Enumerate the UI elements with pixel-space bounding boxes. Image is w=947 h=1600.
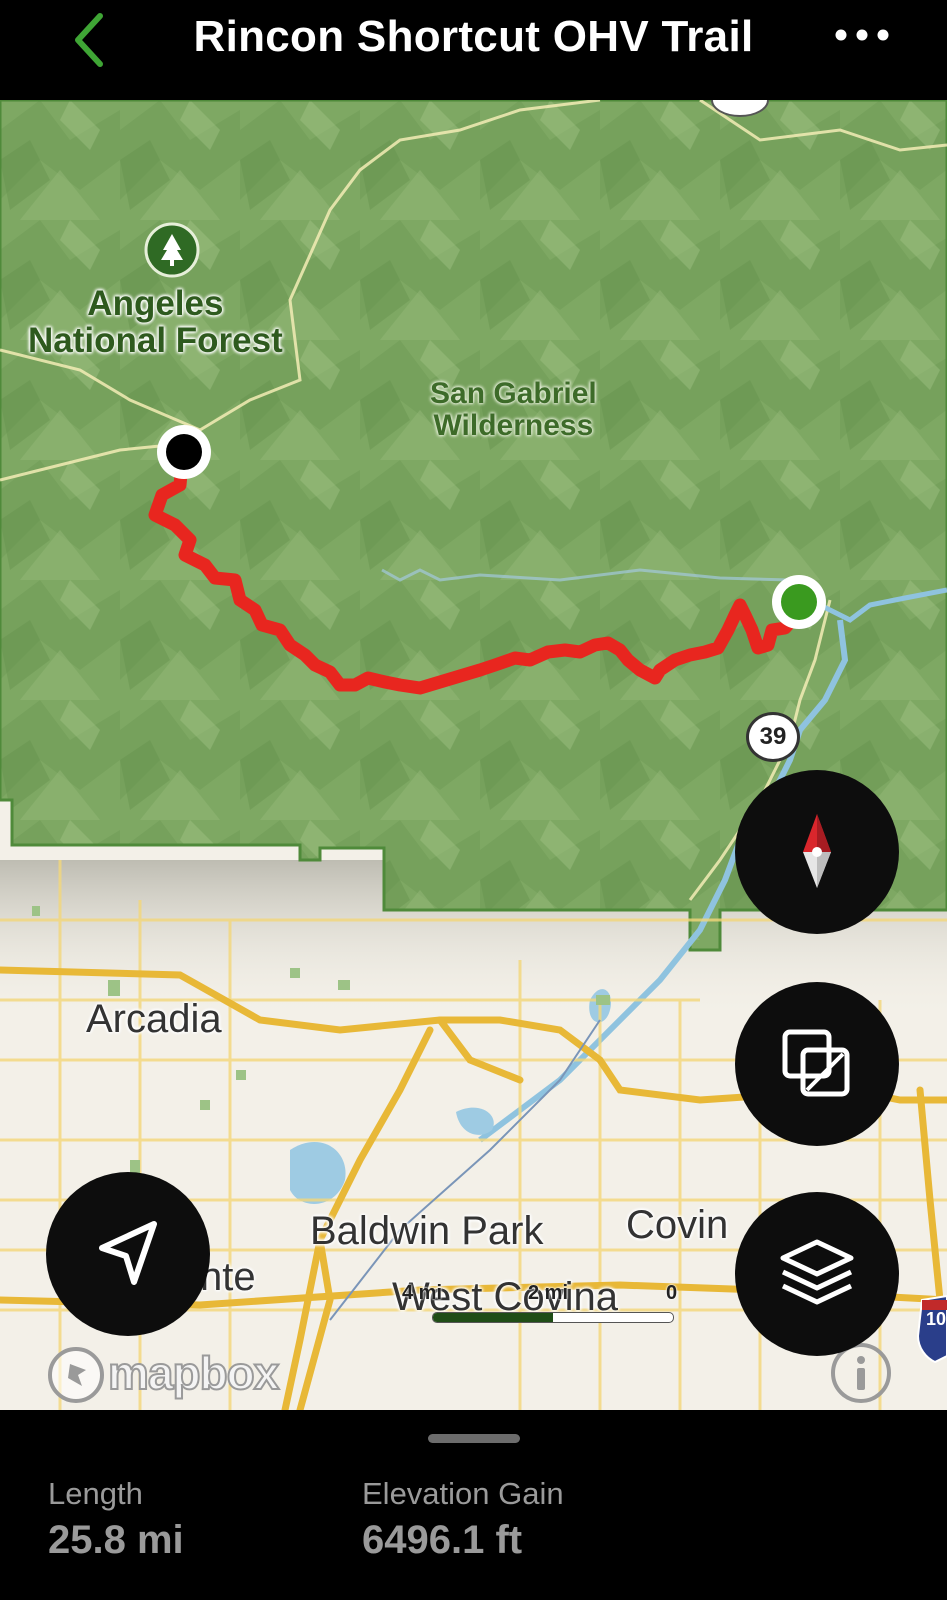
compass-icon	[803, 814, 831, 888]
scale-bar-fill	[433, 1313, 553, 1322]
city-label-baldwin-park: Baldwin Park	[310, 1209, 544, 1253]
forest-tree-icon[interactable]	[144, 222, 200, 278]
forest-label: Angeles National Forest	[28, 284, 283, 360]
length-value: 25.8 mi	[48, 1518, 184, 1562]
trail-stats-sheet[interactable]: Length 25.8 mi Elevation Gain 6496.1 ft	[0, 1410, 947, 1600]
scale-label-right: 0	[666, 1282, 678, 1304]
trail-end-marker[interactable]	[157, 425, 211, 479]
back-button[interactable]	[66, 10, 116, 70]
sheet-drag-handle[interactable]	[428, 1434, 520, 1443]
page-title: Rincon Shortcut OHV Trail	[193, 12, 754, 61]
length-label: Length	[48, 1476, 143, 1511]
elevation-gain-label: Elevation Gain	[362, 1476, 564, 1511]
mapbox-logo[interactable]: mapbox	[46, 1342, 306, 1408]
ellipsis-icon	[835, 29, 889, 41]
scale-bar-track	[432, 1312, 674, 1323]
mapbox-wordmark: mapbox	[107, 1346, 280, 1400]
wilderness-label: San Gabriel Wilderness	[430, 377, 597, 442]
compass-button[interactable]	[735, 770, 899, 934]
layers-icon	[780, 1239, 854, 1305]
interstate-shield	[916, 1294, 947, 1364]
highway-shield: 39	[746, 712, 800, 762]
layers-button[interactable]	[735, 1192, 899, 1356]
scale-label-mid: 2 mi	[528, 1282, 569, 1304]
elevation-gain-value: 6496.1 ft	[362, 1518, 523, 1562]
scale-label-left: 4 mi	[402, 1282, 443, 1304]
map-style-button[interactable]	[735, 982, 899, 1146]
city-label-arcadia: Arcadia	[86, 997, 222, 1041]
top-bar: Rincon Shortcut OHV Trail	[0, 0, 947, 100]
more-options-button[interactable]	[827, 22, 897, 48]
city-label-covina: Covin	[626, 1203, 729, 1247]
navigation-arrow-icon	[99, 1221, 157, 1285]
interstate-number: 10	[926, 1309, 947, 1329]
locate-me-button[interactable]	[46, 1172, 210, 1336]
trail-map[interactable]: Angeles National Forest San Gabriel Wild…	[0, 100, 947, 1410]
scale-bar: 4 mi 2 mi 0	[400, 1282, 690, 1332]
trail-start-marker[interactable]	[772, 575, 826, 629]
chevron-left-icon	[75, 13, 103, 67]
overlapping-squares-icon	[782, 1029, 850, 1097]
